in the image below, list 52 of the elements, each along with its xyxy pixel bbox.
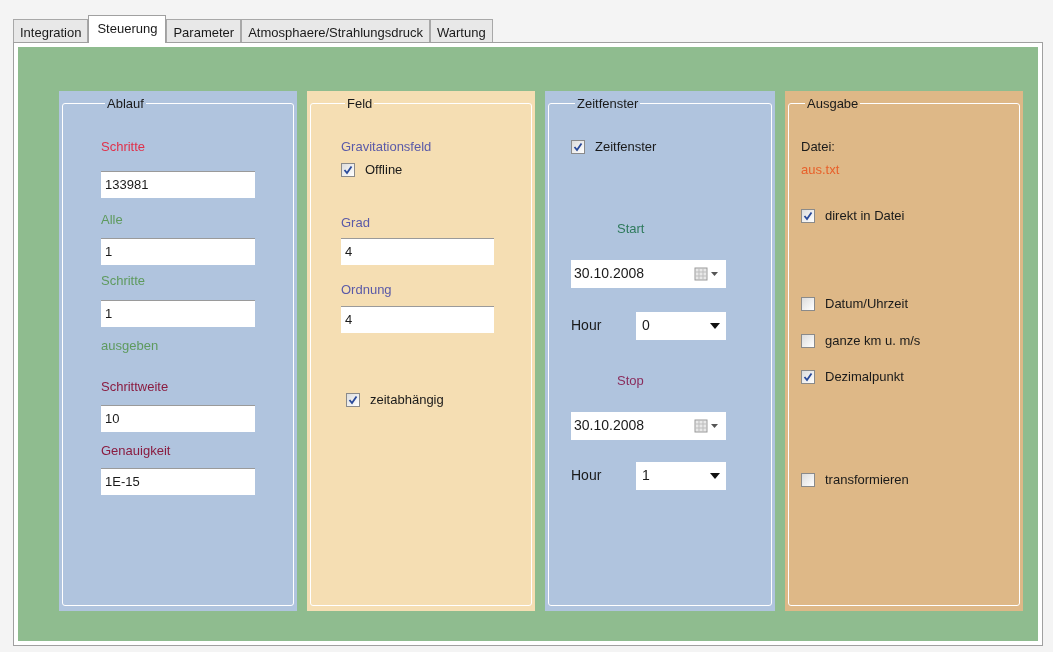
field-label: ausgeben [101,336,159,355]
checkbox[interactable]: direkt in Datei [801,205,905,226]
input-field[interactable]: 133981 [101,170,255,198]
field-label: aus.txt [801,160,840,179]
field-label: Schritte [101,271,146,290]
group-title: Feld [346,95,374,113]
hour-dropdown[interactable]: 1 [636,461,726,490]
check-icon [573,141,583,152]
checkbox[interactable]: Dezimalpunkt [801,366,904,387]
field-label: Genauigkeit [101,441,171,460]
group-title: Ausgabe [806,95,860,113]
date-picker[interactable]: 30.10.2008 [571,259,726,288]
check-icon [343,164,353,175]
field-label: Hour [571,466,603,485]
field-label: Datei: [801,137,835,156]
tab[interactable]: Integration [13,19,89,42]
check-icon [348,394,358,405]
calendar-icon[interactable] [694,418,720,433]
group-title: Ablauf [106,95,145,113]
field-label: Schrittweite [101,377,169,396]
checkbox[interactable]: Datum/Uhrzeit [801,293,909,314]
tab[interactable]: Atmosphaere/Strahlungsdruck [241,19,430,42]
field-label: Stop [617,371,644,390]
hour-dropdown[interactable]: 0 [636,311,726,340]
field-label: Hour [571,316,603,335]
input-field[interactable]: 10 [101,404,255,432]
field-label: Gravitationsfeld [341,137,432,156]
check-icon [803,210,813,221]
tab[interactable]: Parameter [166,19,242,42]
field-label: Schritte [101,137,146,156]
checkbox[interactable]: Zeitfenster [571,136,657,157]
field-label: Start [617,219,645,238]
checkbox[interactable]: zeitabhängig [346,389,444,410]
field-label: Grad [341,213,370,232]
input-field[interactable]: 1E-15 [101,467,255,495]
checkbox[interactable]: Offline [341,159,403,180]
tab[interactable]: Steuerung [88,15,167,43]
group-title: Zeitfenster [576,95,640,113]
caret-icon[interactable] [710,472,720,479]
caret-icon[interactable] [710,322,720,329]
checkbox[interactable]: ganze km u. m/s [801,330,921,351]
field-label: Ordnung [341,280,392,299]
input-field[interactable]: 4 [341,305,494,333]
check-icon [803,371,813,382]
tab[interactable]: Wartung [430,19,493,42]
checkbox[interactable]: transformieren [801,469,909,490]
input-field[interactable]: 1 [101,299,255,327]
calendar-icon[interactable] [694,266,720,281]
input-field[interactable]: 4 [341,237,494,265]
input-field[interactable]: 1 [101,237,255,265]
field-label: Alle [101,210,123,229]
date-picker[interactable]: 30.10.2008 [571,411,726,440]
